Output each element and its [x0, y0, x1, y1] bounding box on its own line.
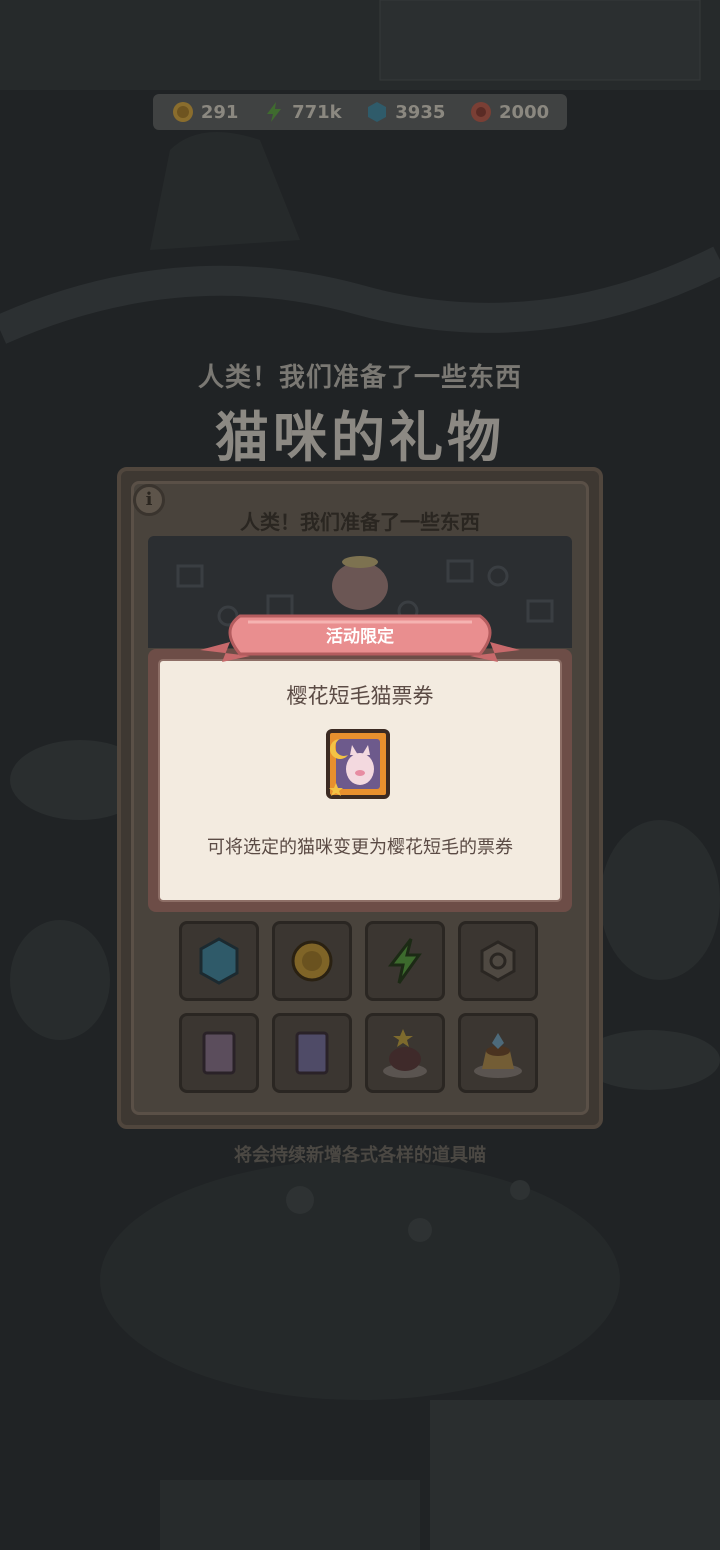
energy-value: 771k: [292, 101, 342, 123]
grid-item-ticket-2[interactable]: [272, 1013, 352, 1093]
moon-ticket-icon: [295, 1031, 329, 1075]
footer-note: 将会持续新增各式各样的道具喵: [234, 1145, 486, 1166]
item-name: 樱花短毛猫票券: [286, 684, 434, 708]
grid-item-gem[interactable]: [179, 921, 259, 1001]
gold-coin-icon: [291, 940, 333, 982]
gem-value: 3935: [395, 101, 446, 123]
gold-value: 291: [200, 101, 239, 123]
moon-ticket-icon: [202, 1031, 236, 1075]
token-value: 2000: [499, 101, 550, 123]
grid-item-gear-token[interactable]: [458, 921, 538, 1001]
lightning-energy-icon: [387, 938, 422, 984]
sakura-cat-ticket-icon: [326, 729, 390, 799]
fish-pudding-icon: [474, 1033, 522, 1078]
panel-title: 人类！我们准备了一些东西: [240, 510, 480, 534]
grid-item-coin[interactable]: [272, 921, 352, 1001]
blue-gem-icon: [368, 102, 387, 122]
grid-item-energy[interactable]: [365, 921, 445, 1001]
ribbon-label: 活动限定: [326, 627, 394, 647]
star-cake-icon: [383, 1029, 427, 1078]
currency-gold[interactable]: 291: [171, 100, 239, 124]
grid-item-fish-pudding[interactable]: [458, 1013, 538, 1093]
blue-gem-icon: [199, 937, 239, 985]
lightning-energy-icon: [267, 102, 282, 122]
gold-coin-icon: [172, 102, 193, 122]
grid-item-ticket-1[interactable]: [179, 1013, 259, 1093]
currency-energy[interactable]: 771k: [262, 100, 342, 124]
cat-mascot-icon: [332, 562, 388, 610]
headline-subtitle: 人类！我们准备了一些东西: [197, 363, 522, 393]
currency-token[interactable]: 2000: [469, 100, 549, 124]
gear-token-icon: [480, 940, 516, 982]
item-description: 可将选定的猫咪变更为樱花短毛的票券: [207, 837, 513, 858]
currency-gem[interactable]: 3935: [365, 100, 445, 124]
currency-bar: 291 771k 3935 2000: [153, 94, 567, 130]
red-token-icon: [471, 102, 492, 122]
headline-title: 猫咪的礼物: [215, 406, 505, 469]
grid-item-star-cake[interactable]: [365, 1013, 445, 1093]
